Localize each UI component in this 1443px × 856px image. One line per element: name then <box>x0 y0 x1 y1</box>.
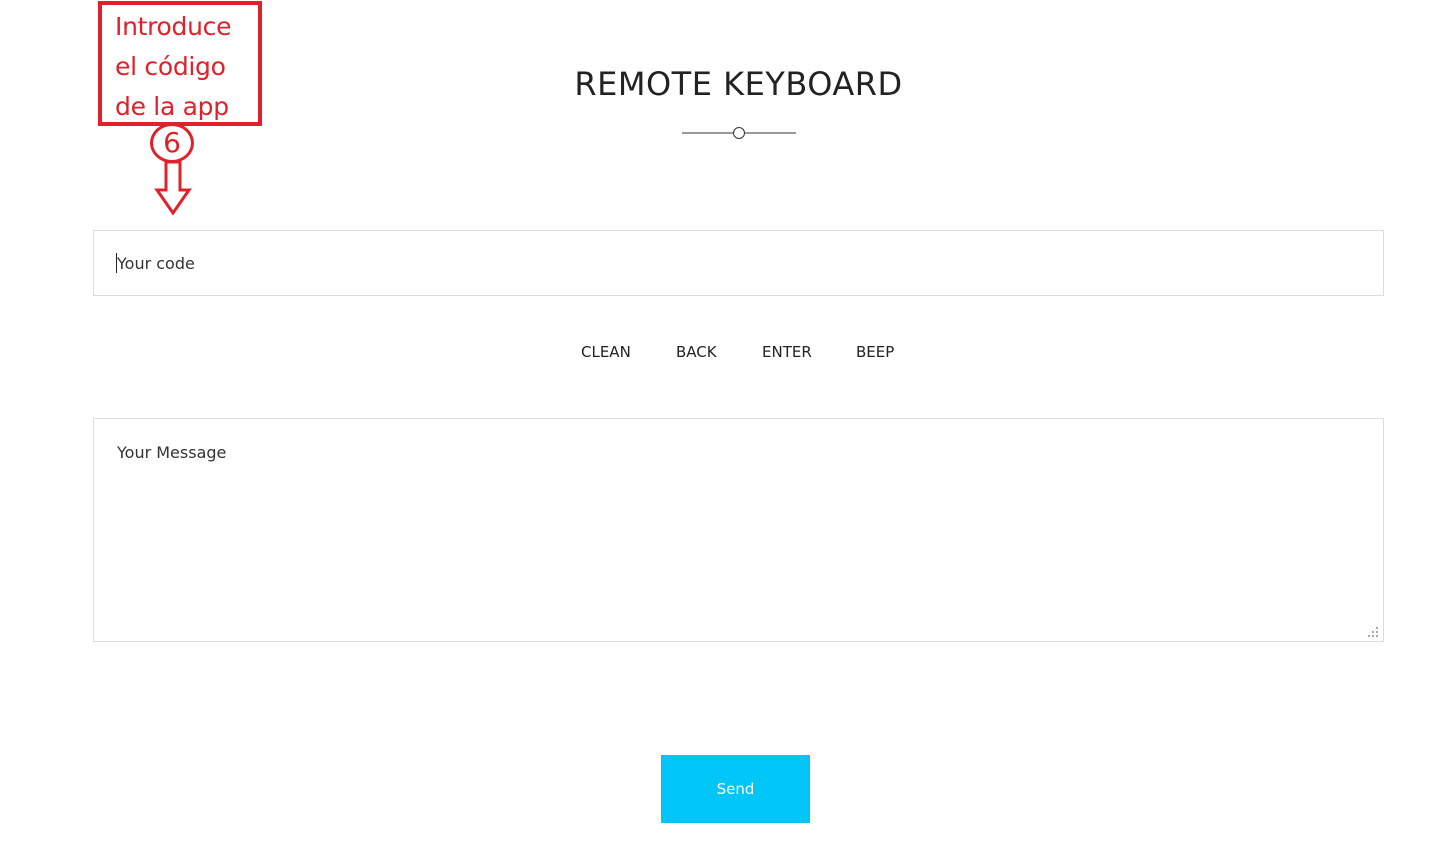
back-button[interactable]: BACK <box>676 340 717 364</box>
clean-button[interactable]: CLEAN <box>581 340 631 364</box>
enter-button[interactable]: ENTER <box>762 340 812 364</box>
step-number-badge: 6 <box>150 123 194 163</box>
remote-keyboard-page: REMOTE KEYBOARD CLEAN BACK ENTER BEEP Se… <box>0 0 1443 856</box>
send-button[interactable]: Send <box>661 755 810 823</box>
annotation-text: Introduce el código de la app <box>115 12 232 121</box>
key-buttons-row: CLEAN BACK ENTER BEEP <box>0 340 1443 364</box>
annotation-callout: Introduce el código de la app <box>98 1 262 126</box>
down-arrow-icon <box>154 160 192 216</box>
beep-button[interactable]: BEEP <box>856 340 894 364</box>
resize-grip-icon[interactable] <box>1367 626 1379 638</box>
message-textarea[interactable] <box>93 418 1384 642</box>
code-input[interactable] <box>93 230 1384 296</box>
title-divider <box>682 127 796 139</box>
text-cursor <box>116 253 117 273</box>
